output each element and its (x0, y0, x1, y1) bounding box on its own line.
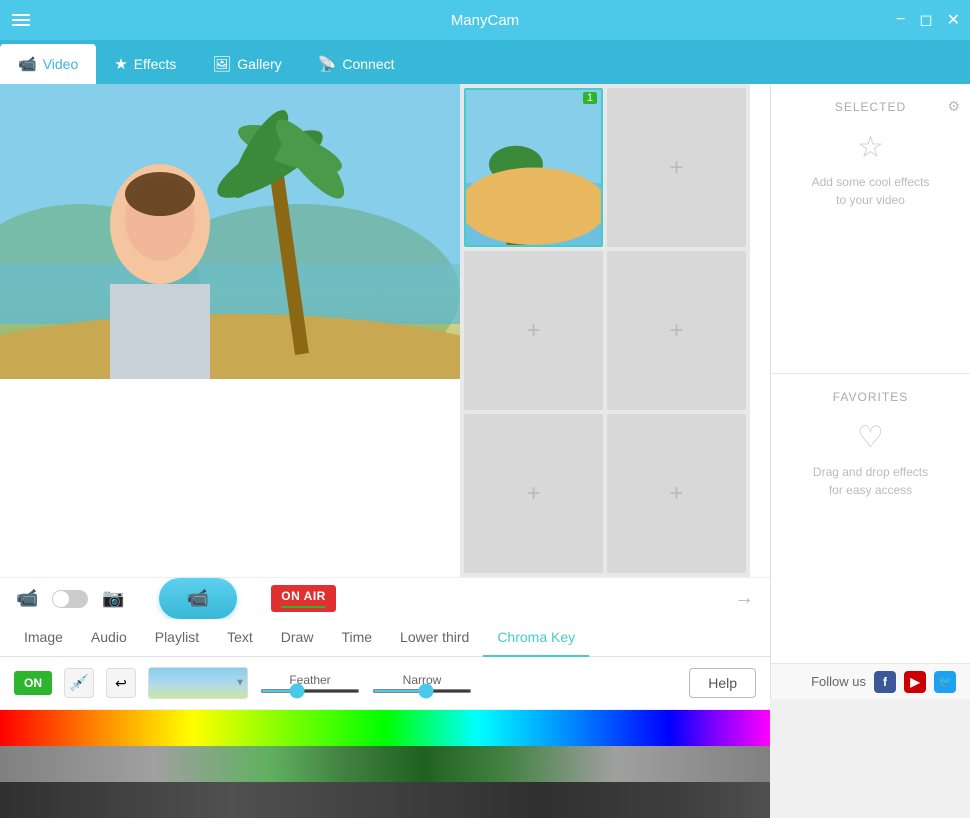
tab-video[interactable]: 📹 Video (0, 44, 96, 84)
undo-button[interactable]: ↩ (106, 668, 136, 698)
tab-time[interactable]: Time (327, 619, 386, 657)
main-content: 1 + + + + + (0, 84, 970, 699)
video-tab-icon: 📹 (18, 55, 37, 73)
tab-connect-label: Connect (342, 56, 394, 72)
menu-icon[interactable] (12, 14, 30, 26)
video-thumb-1 (466, 90, 601, 245)
favorites-section: FAVORITES ♡ Drag and drop effectsfor eas… (771, 374, 970, 663)
favorites-empty-text: Drag and drop effectsfor easy access (813, 463, 928, 499)
tab-effects[interactable]: ★ Effects (96, 44, 194, 84)
record-cam-icon: 📹 (187, 588, 209, 609)
dropdown-chevron-icon: ▼ (235, 678, 245, 689)
effects-tab-icon: ★ (114, 55, 127, 73)
color-bars (0, 710, 770, 818)
selected-section: SELECTED ⚙ ☆ Add some cool effectsto you… (771, 84, 970, 373)
video-cell-2[interactable]: + (607, 88, 746, 247)
minimize-button[interactable]: − (896, 11, 905, 29)
tab-image[interactable]: Image (10, 619, 77, 657)
tab-lower-third[interactable]: Lower third (386, 619, 483, 657)
favorites-empty-icon: ♡ (857, 420, 884, 455)
title-bar: ManyCam − ◻ ✕ (0, 0, 970, 40)
add-source-icon-6: + (669, 480, 683, 508)
add-source-icon-4: + (669, 317, 683, 345)
record-button[interactable]: 📹 (159, 578, 237, 619)
tab-chroma-key[interactable]: Chroma Key (483, 619, 589, 657)
tab-audio[interactable]: Audio (77, 619, 141, 657)
camera-icon[interactable]: 📷 (102, 588, 124, 609)
video-cell-6[interactable]: + (607, 414, 746, 573)
favorites-title: FAVORITES (781, 390, 960, 404)
eyedropper-button[interactable]: 💉 (64, 668, 94, 698)
add-source-icon-2: + (669, 154, 683, 182)
twitter-icon[interactable]: 🐦 (934, 671, 956, 693)
right-panel: SELECTED ⚙ ☆ Add some cool effectsto you… (770, 84, 970, 699)
feather-slider[interactable] (260, 689, 360, 693)
video-cell-5[interactable]: + (464, 414, 603, 573)
narrow-slider-group: Narrow (372, 673, 472, 693)
undo-icon: ↩ (115, 675, 127, 692)
selected-title: SELECTED (781, 100, 960, 114)
add-source-icon-5: + (526, 480, 540, 508)
tab-text[interactable]: Text (213, 619, 267, 657)
beach-scene (0, 84, 460, 379)
maximize-button[interactable]: ◻ (919, 10, 932, 30)
follow-bar: Follow us f ▶ 🐦 (771, 663, 970, 699)
video-grid: 1 + + + + + (460, 84, 750, 577)
follow-label: Follow us (811, 674, 866, 689)
video-cell-4[interactable]: + (607, 251, 746, 410)
chroma-on-button[interactable]: ON (14, 671, 52, 695)
add-source-icon-3: + (526, 317, 540, 345)
video-cell-3[interactable]: + (464, 251, 603, 410)
tab-draw[interactable]: Draw (267, 619, 328, 657)
feather-slider-group: Feather (260, 673, 360, 693)
background-preview[interactable]: ▼ (148, 667, 248, 699)
selected-empty-icon: ☆ (857, 130, 884, 165)
tab-gallery[interactable]: 🖼 Gallery (194, 44, 299, 84)
facebook-icon[interactable]: f (874, 671, 896, 693)
selected-empty-text: Add some cool effectsto your video (812, 173, 930, 209)
chroma-key-panel: ON 💉 ↩ ▼ Feather Narrow Help (0, 657, 770, 710)
youtube-icon[interactable]: ▶ (904, 671, 926, 693)
dark-color-bar (0, 782, 770, 818)
on-air-badge: ON AIR (271, 585, 336, 612)
connect-tab-icon: 📡 (318, 55, 337, 73)
green-color-bar (0, 746, 770, 782)
tab-bar: 📹 Video ★ Effects 🖼 Gallery 📡 Connect (0, 40, 970, 84)
tab-playlist[interactable]: Playlist (141, 619, 213, 657)
app-title: ManyCam (451, 12, 519, 29)
tab-connect[interactable]: 📡 Connect (300, 44, 413, 84)
webcam-icon: 📹 (16, 588, 38, 609)
gallery-tab-icon: 🖼 (212, 55, 231, 73)
left-panel: 1 + + + + + (0, 84, 770, 699)
help-button[interactable]: Help (689, 668, 756, 698)
bg-preview-image (149, 668, 247, 698)
eyedropper-icon: 💉 (69, 673, 89, 693)
video-cell-num-1: 1 (583, 92, 597, 104)
tab-gallery-label: Gallery (237, 56, 281, 72)
controls-bar: 📹 📷 📹 ON AIR → (0, 577, 770, 619)
video-area: 1 + + + + + (0, 84, 770, 577)
window-controls: − ◻ ✕ (896, 10, 960, 30)
adjust-icon[interactable]: ⚙ (947, 98, 960, 115)
close-button[interactable]: ✕ (947, 10, 960, 30)
video-cell-1[interactable]: 1 (464, 88, 603, 247)
next-arrow-button[interactable]: → (734, 587, 754, 610)
effects-tab-bar: Image Audio Playlist Text Draw Time Lowe… (0, 619, 770, 657)
tab-video-label: Video (43, 56, 79, 72)
toggle-switch[interactable] (52, 590, 88, 608)
thumb-scene (466, 90, 601, 245)
narrow-slider[interactable] (372, 689, 472, 693)
rainbow-color-bar (0, 710, 770, 746)
tab-effects-label: Effects (134, 56, 177, 72)
main-video-preview[interactable] (0, 84, 460, 379)
